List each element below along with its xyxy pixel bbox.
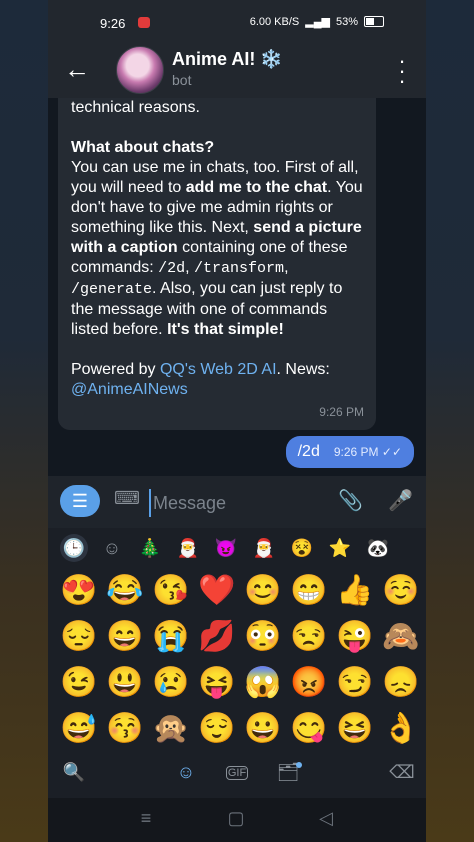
status-bar: 9:26 6.00 KB/S ▂▄▆ 53% — [48, 0, 426, 42]
emoji-cell[interactable]: 💋 — [194, 614, 240, 660]
emoji-cell[interactable]: 😭 — [148, 614, 194, 660]
emoji-cell[interactable]: 😞 — [378, 660, 424, 706]
message-text: , — [185, 259, 195, 276]
emoji-cell[interactable]: 👌 — [378, 706, 424, 752]
message-bold: add me to the chat — [185, 179, 328, 196]
emoji-cell[interactable]: 😝 — [194, 660, 240, 706]
emoji-cell[interactable]: 😀 — [240, 706, 286, 752]
emoji-cell[interactable]: 😜 — [332, 614, 378, 660]
emoji-cell[interactable]: 😉 — [56, 660, 102, 706]
emoji-grid: 😍 😂 😘 ❤️ 😊 😁 👍 ☺️ 😔 😄 😭 💋 😳 😒 😜 🙈 😉 😃 😢 😝 😱 😡 😏 😞 😅 😚 🙊 😌 😀 😋 😆 👌 — [56, 568, 424, 752]
emoji-cell[interactable]: 🙈 — [378, 614, 424, 660]
emoji-cell[interactable]: 😅 — [56, 706, 102, 752]
sticker-pack-tab[interactable]: ⭐ — [326, 534, 354, 562]
status-right: 6.00 KB/S ▂▄▆ 53% — [250, 15, 384, 28]
emoji-cell[interactable]: ❤️ — [194, 568, 240, 614]
news-channel-link[interactable]: @AnimeAINews — [71, 381, 188, 398]
emoji-cell[interactable]: 😂 — [102, 568, 148, 614]
backspace-icon[interactable]: ⌫ — [388, 762, 416, 783]
command-transform[interactable]: /transform — [194, 260, 284, 277]
emoji-tab-bar: 🕒 ☺ 🎄 🎅 😈 🎅 😵 ⭐ 🐼 — [48, 528, 426, 568]
sticker-pack-tab[interactable]: 🎅 — [174, 534, 202, 562]
back-nav-icon[interactable]: ◁ — [316, 808, 336, 829]
message-time: 9:26 PM — [319, 405, 364, 419]
emoji-cell[interactable]: 😏 — [332, 660, 378, 706]
command-2d[interactable]: /2d — [158, 260, 185, 277]
outgoing-text: /2d — [297, 443, 320, 460]
microphone-icon[interactable]: 🎤 — [388, 488, 413, 513]
sticker-pack-tab[interactable]: 😵 — [288, 534, 316, 562]
emoji-cell[interactable]: 😌 — [194, 706, 240, 752]
smile-icon[interactable]: ☺ — [172, 762, 200, 783]
incoming-message[interactable]: technical reasons. What about chats? You… — [58, 98, 376, 430]
emoji-cell[interactable]: 😋 — [286, 706, 332, 752]
emoji-cell[interactable]: 😘 — [148, 568, 194, 614]
signal-icon: ▂▄▆ — [305, 16, 330, 28]
avatar[interactable] — [116, 46, 164, 94]
phone-screen: 9:26 6.00 KB/S ▂▄▆ 53% ← Anime AI! ❄️ bo… — [48, 0, 426, 842]
status-time: 9:26 — [100, 16, 126, 31]
chat-title[interactable]: Anime AI! ❄️ — [172, 49, 283, 70]
keyboard-icon[interactable]: ⌨ — [114, 488, 140, 509]
more-vertical-icon[interactable]: · · · — [392, 50, 412, 92]
message-input[interactable] — [149, 489, 325, 517]
double-check-icon: ✓✓ — [381, 445, 402, 459]
screen-record-icon — [138, 17, 150, 28]
menu-nav-icon[interactable]: ≡ — [136, 808, 156, 829]
gif-button[interactable]: GIF — [226, 766, 248, 780]
search-icon[interactable]: 🔍 — [60, 762, 88, 783]
paperclip-icon[interactable]: 📎 — [338, 488, 363, 513]
message-text: , — [284, 259, 289, 276]
chat-area: technical reasons. What about chats? You… — [48, 98, 426, 476]
emoji-cell[interactable]: 😢 — [148, 660, 194, 706]
message-line: technical reasons. — [71, 99, 200, 116]
message-text: Powered by — [71, 361, 160, 378]
sticker-pack-tab[interactable]: 😈 — [212, 534, 240, 562]
message-heading: What about chats? — [71, 139, 215, 156]
sticker-pack-tab[interactable]: 🎄 — [136, 534, 164, 562]
network-speed: 6.00 KB/S — [249, 15, 300, 28]
recent-icon[interactable]: 🕒 — [60, 534, 88, 562]
emoji-cell[interactable]: 😁 — [286, 568, 332, 614]
emoji-bottom-bar: 🔍 ☺ GIF 🗂 ⌫ — [48, 752, 426, 798]
blurred-backdrop-left — [0, 0, 48, 842]
menu-icon[interactable]: ☰ — [60, 485, 100, 517]
emoji-cell[interactable]: 😳 — [240, 614, 286, 660]
emoji-cell[interactable]: 😔 — [56, 614, 102, 660]
outgoing-message[interactable]: /2d 9:26 PM ✓✓ — [285, 436, 414, 468]
emoji-cell[interactable]: 😚 — [102, 706, 148, 752]
chat-subtitle: bot — [172, 72, 192, 88]
new-badge — [296, 762, 302, 768]
outgoing-time: 9:26 PM ✓✓ — [333, 445, 402, 459]
battery-icon — [364, 16, 384, 27]
smile-icon[interactable]: ☺ — [98, 534, 126, 562]
emoji-cell[interactable]: 😃 — [102, 660, 148, 706]
emoji-cell[interactable]: 🙊 — [148, 706, 194, 752]
chat-header: ← Anime AI! ❄️ bot · · · — [48, 42, 426, 98]
home-nav-icon[interactable]: ▢ — [226, 808, 246, 829]
emoji-cell[interactable]: 😱 — [240, 660, 286, 706]
message-bold: It's that simple! — [167, 321, 284, 338]
emoji-cell[interactable]: ☺️ — [378, 568, 424, 614]
message-text: . News: — [276, 361, 330, 378]
sticker-pack-tab[interactable]: 🎅 — [250, 534, 278, 562]
emoji-cell[interactable]: 😄 — [102, 614, 148, 660]
emoji-cell[interactable]: 😊 — [240, 568, 286, 614]
message-input-bar: ☰ ⌨ 📎 🎤 — [48, 476, 426, 528]
arrow-left-icon[interactable]: ← — [62, 54, 92, 85]
system-nav-bar: ≡ ▢ ◁ — [48, 798, 426, 842]
battery-percent: 53% — [335, 15, 358, 28]
emoji-cell[interactable]: 😡 — [286, 660, 332, 706]
powered-by-link[interactable]: QQ's Web 2D AI — [160, 361, 277, 378]
blurred-backdrop-right — [426, 0, 474, 842]
sticker-pack-tab[interactable]: 🐼 — [364, 534, 392, 562]
emoji-cell[interactable]: 😍 — [56, 568, 102, 614]
emoji-cell[interactable]: 😆 — [332, 706, 378, 752]
command-generate[interactable]: /generate — [71, 281, 152, 298]
emoji-cell[interactable]: 😒 — [286, 614, 332, 660]
emoji-cell[interactable]: 👍 — [332, 568, 378, 614]
